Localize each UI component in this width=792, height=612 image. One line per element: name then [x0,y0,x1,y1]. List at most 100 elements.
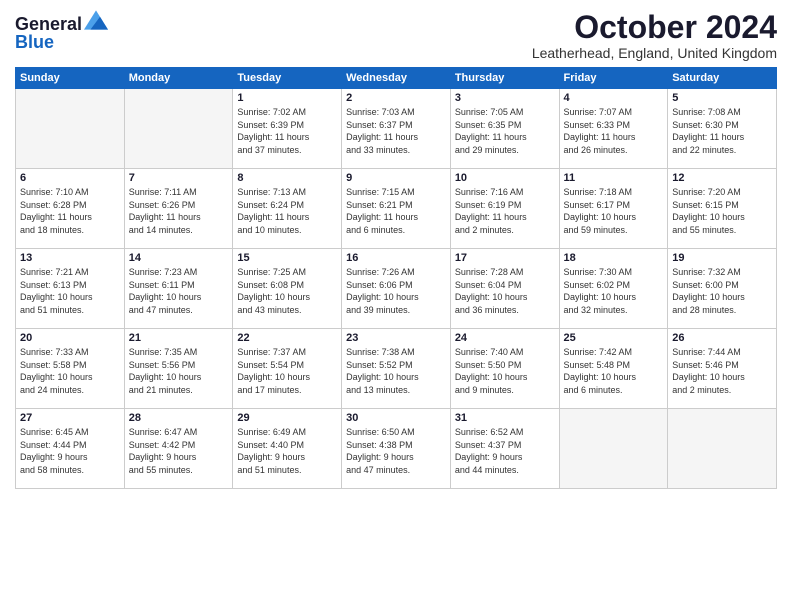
calendar-cell: 18 Sunrise: 7:30 AM Sunset: 6:02 PM Dayli… [559,249,668,329]
day-number: 23 [346,332,446,344]
day-info: Sunrise: 7:25 AM Sunset: 6:08 PM Dayligh… [237,266,337,316]
calendar-cell [559,409,668,489]
calendar-week-4: 20Sunrise: 7:33 AM Sunset: 5:58 PM Dayli… [16,329,777,409]
calendar-cell: 2 Sunrise: 7:03 AM Sunset: 6:37 PM Daylig… [342,89,451,169]
calendar-cell: 30 Sunrise: 6:50 AM Sunset: 4:38 PM Dayli… [342,409,451,489]
calendar-cell: 19Sunrise: 7:32 AM Sunset: 6:00 PM Dayli… [668,249,777,329]
day-number: 22 [237,332,337,344]
calendar-cell: 15 Sunrise: 7:25 AM Sunset: 6:08 PM Dayli… [233,249,342,329]
day-number: 15 [237,252,337,264]
calendar-cell: 9 Sunrise: 7:15 AM Sunset: 6:21 PM Daylig… [342,169,451,249]
day-number: 21 [129,332,229,344]
calendar-cell: 5 Sunrise: 7:08 AM Sunset: 6:30 PM Daylig… [668,89,777,169]
day-info: Sunrise: 7:38 AM Sunset: 5:52 PM Dayligh… [346,346,446,396]
weekday-header-row: SundayMondayTuesdayWednesdayThursdayFrid… [16,68,777,89]
day-number: 2 [346,92,446,104]
day-info: Sunrise: 7:37 AM Sunset: 5:54 PM Dayligh… [237,346,337,396]
calendar-cell: 12Sunrise: 7:20 AM Sunset: 6:15 PM Dayli… [668,169,777,249]
day-info: Sunrise: 7:02 AM Sunset: 6:39 PM Dayligh… [237,106,337,156]
day-info: Sunrise: 7:16 AM Sunset: 6:19 PM Dayligh… [455,186,555,236]
day-number: 1 [237,92,337,104]
calendar-cell: 6 Sunrise: 7:10 AM Sunset: 6:28 PM Daylig… [16,169,125,249]
day-number: 5 [672,92,772,104]
calendar-cell: 27 Sunrise: 6:45 AM Sunset: 4:44 PM Dayli… [16,409,125,489]
calendar-cell: 16Sunrise: 7:26 AM Sunset: 6:06 PM Dayli… [342,249,451,329]
calendar-cell: 7Sunrise: 7:11 AM Sunset: 6:26 PM Daylig… [124,169,233,249]
calendar-cell [16,89,125,169]
day-number: 18 [564,252,664,264]
day-number: 24 [455,332,555,344]
calendar-cell: 14Sunrise: 7:23 AM Sunset: 6:11 PM Dayli… [124,249,233,329]
day-info: Sunrise: 7:30 AM Sunset: 6:02 PM Dayligh… [564,266,664,316]
weekday-header-tuesday: Tuesday [233,68,342,89]
day-number: 16 [346,252,446,264]
page: General Blue October 2024 Leatherhead, E… [0,0,792,612]
day-number: 27 [20,412,120,424]
calendar-week-3: 13 Sunrise: 7:21 AM Sunset: 6:13 PM Dayli… [16,249,777,329]
calendar-cell: 1 Sunrise: 7:02 AM Sunset: 6:39 PM Daylig… [233,89,342,169]
day-number: 19 [672,252,772,264]
calendar-week-5: 27 Sunrise: 6:45 AM Sunset: 4:44 PM Dayli… [16,409,777,489]
day-info: Sunrise: 7:05 AM Sunset: 6:35 PM Dayligh… [455,106,555,156]
day-info: Sunrise: 7:13 AM Sunset: 6:24 PM Dayligh… [237,186,337,236]
calendar-cell: 8 Sunrise: 7:13 AM Sunset: 6:24 PM Daylig… [233,169,342,249]
day-info: Sunrise: 7:07 AM Sunset: 6:33 PM Dayligh… [564,106,664,156]
day-info: Sunrise: 6:50 AM Sunset: 4:38 PM Dayligh… [346,426,446,476]
calendar-cell: 3 Sunrise: 7:05 AM Sunset: 6:35 PM Daylig… [450,89,559,169]
weekday-header-saturday: Saturday [668,68,777,89]
day-info: Sunrise: 7:35 AM Sunset: 5:56 PM Dayligh… [129,346,229,396]
header: General Blue October 2024 Leatherhead, E… [15,10,777,61]
day-info: Sunrise: 6:52 AM Sunset: 4:37 PM Dayligh… [455,426,555,476]
calendar-cell: 10 Sunrise: 7:16 AM Sunset: 6:19 PM Dayli… [450,169,559,249]
logo-icon [84,10,108,30]
calendar-cell: 22 Sunrise: 7:37 AM Sunset: 5:54 PM Dayli… [233,329,342,409]
day-number: 28 [129,412,229,424]
calendar-week-2: 6 Sunrise: 7:10 AM Sunset: 6:28 PM Daylig… [16,169,777,249]
day-number: 17 [455,252,555,264]
day-info: Sunrise: 6:45 AM Sunset: 4:44 PM Dayligh… [20,426,120,476]
calendar-cell: 11Sunrise: 7:18 AM Sunset: 6:17 PM Dayli… [559,169,668,249]
day-info: Sunrise: 7:10 AM Sunset: 6:28 PM Dayligh… [20,186,120,236]
day-number: 8 [237,172,337,184]
day-number: 6 [20,172,120,184]
day-number: 20 [20,332,120,344]
day-info: Sunrise: 7:28 AM Sunset: 6:04 PM Dayligh… [455,266,555,316]
day-info: Sunrise: 7:40 AM Sunset: 5:50 PM Dayligh… [455,346,555,396]
day-number: 9 [346,172,446,184]
calendar-cell: 21 Sunrise: 7:35 AM Sunset: 5:56 PM Dayli… [124,329,233,409]
day-number: 14 [129,252,229,264]
calendar-cell: 25 Sunrise: 7:42 AM Sunset: 5:48 PM Dayli… [559,329,668,409]
day-info: Sunrise: 7:42 AM Sunset: 5:48 PM Dayligh… [564,346,664,396]
calendar-cell [668,409,777,489]
day-number: 4 [564,92,664,104]
calendar-cell: 31 Sunrise: 6:52 AM Sunset: 4:37 PM Dayli… [450,409,559,489]
calendar-table: SundayMondayTuesdayWednesdayThursdayFrid… [15,67,777,489]
day-info: Sunrise: 7:15 AM Sunset: 6:21 PM Dayligh… [346,186,446,236]
weekday-header-sunday: Sunday [16,68,125,89]
calendar-cell: 26 Sunrise: 7:44 AM Sunset: 5:46 PM Dayli… [668,329,777,409]
day-number: 12 [672,172,772,184]
weekday-header-wednesday: Wednesday [342,68,451,89]
day-number: 30 [346,412,446,424]
weekday-header-friday: Friday [559,68,668,89]
day-info: Sunrise: 7:21 AM Sunset: 6:13 PM Dayligh… [20,266,120,316]
day-number: 26 [672,332,772,344]
calendar-cell: 4 Sunrise: 7:07 AM Sunset: 6:33 PM Daylig… [559,89,668,169]
calendar-cell: 24 Sunrise: 7:40 AM Sunset: 5:50 PM Dayli… [450,329,559,409]
day-number: 13 [20,252,120,264]
day-number: 10 [455,172,555,184]
day-info: Sunrise: 7:08 AM Sunset: 6:30 PM Dayligh… [672,106,772,156]
day-number: 11 [564,172,664,184]
day-number: 3 [455,92,555,104]
day-info: Sunrise: 7:44 AM Sunset: 5:46 PM Dayligh… [672,346,772,396]
calendar-week-1: 1 Sunrise: 7:02 AM Sunset: 6:39 PM Daylig… [16,89,777,169]
calendar-cell: 23 Sunrise: 7:38 AM Sunset: 5:52 PM Dayli… [342,329,451,409]
day-number: 31 [455,412,555,424]
day-info: Sunrise: 7:03 AM Sunset: 6:37 PM Dayligh… [346,106,446,156]
calendar-cell: 17 Sunrise: 7:28 AM Sunset: 6:04 PM Dayli… [450,249,559,329]
calendar-cell: 13 Sunrise: 7:21 AM Sunset: 6:13 PM Dayli… [16,249,125,329]
weekday-header-thursday: Thursday [450,68,559,89]
day-number: 25 [564,332,664,344]
calendar-cell: 20Sunrise: 7:33 AM Sunset: 5:58 PM Dayli… [16,329,125,409]
day-number: 7 [129,172,229,184]
